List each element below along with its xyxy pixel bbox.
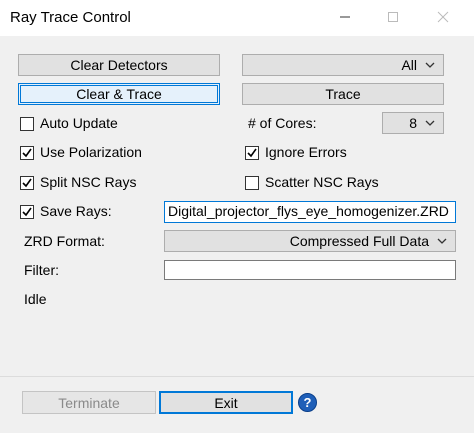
- ignore-errors-checkbox[interactable]: [245, 146, 259, 160]
- minimize-icon[interactable]: [330, 4, 360, 30]
- cores-label: # of Cores:: [248, 115, 317, 131]
- detectors-select-value: All: [401, 57, 417, 73]
- cores-select-value: 8: [409, 115, 417, 131]
- window-title: Ray Trace Control: [10, 9, 131, 26]
- clear-detectors-button[interactable]: Clear Detectors: [18, 54, 220, 76]
- auto-update-checkbox[interactable]: [20, 117, 34, 131]
- help-icon[interactable]: ?: [298, 393, 317, 412]
- split-nsc-rays-checkbox[interactable]: [20, 176, 34, 190]
- scatter-nsc-rays-checkbox[interactable]: [245, 176, 259, 190]
- divider: [0, 376, 474, 377]
- checkmark-icon: [247, 148, 257, 158]
- chevron-down-icon: [425, 62, 435, 68]
- cores-select[interactable]: 8: [382, 112, 444, 134]
- close-icon: [428, 4, 458, 30]
- split-nsc-rays-label: Split NSC Rays: [40, 174, 137, 190]
- status-text: Idle: [24, 291, 47, 307]
- ignore-errors-label: Ignore Errors: [265, 144, 347, 160]
- checkmark-icon: [22, 207, 32, 217]
- checkmark-icon: [22, 148, 32, 158]
- scatter-nsc-rays-label: Scatter NSC Rays: [265, 174, 379, 190]
- chevron-down-icon: [437, 238, 447, 244]
- detectors-select[interactable]: All: [242, 54, 444, 76]
- zrd-format-select[interactable]: Compressed Full Data: [164, 230, 456, 252]
- save-rays-checkbox[interactable]: [20, 205, 34, 219]
- terminate-button: Terminate: [22, 391, 156, 414]
- clear-and-trace-button[interactable]: Clear & Trace: [18, 83, 220, 105]
- checkmark-icon: [22, 178, 32, 188]
- filter-input[interactable]: [164, 260, 456, 280]
- trace-button[interactable]: Trace: [242, 83, 444, 105]
- auto-update-label: Auto Update: [40, 115, 118, 131]
- maximize-icon: [378, 4, 408, 30]
- zrd-format-select-value: Compressed Full Data: [289, 233, 429, 249]
- zrd-format-label: ZRD Format:: [24, 233, 105, 249]
- use-polarization-checkbox[interactable]: [20, 146, 34, 160]
- chevron-down-icon: [425, 120, 435, 126]
- use-polarization-label: Use Polarization: [40, 144, 142, 160]
- save-rays-file-input[interactable]: Digital_projector_flys_eye_homogenizer.Z…: [164, 201, 456, 223]
- filter-label: Filter:: [24, 262, 59, 278]
- save-rays-label: Save Rays:: [40, 203, 112, 219]
- exit-button[interactable]: Exit: [159, 391, 293, 414]
